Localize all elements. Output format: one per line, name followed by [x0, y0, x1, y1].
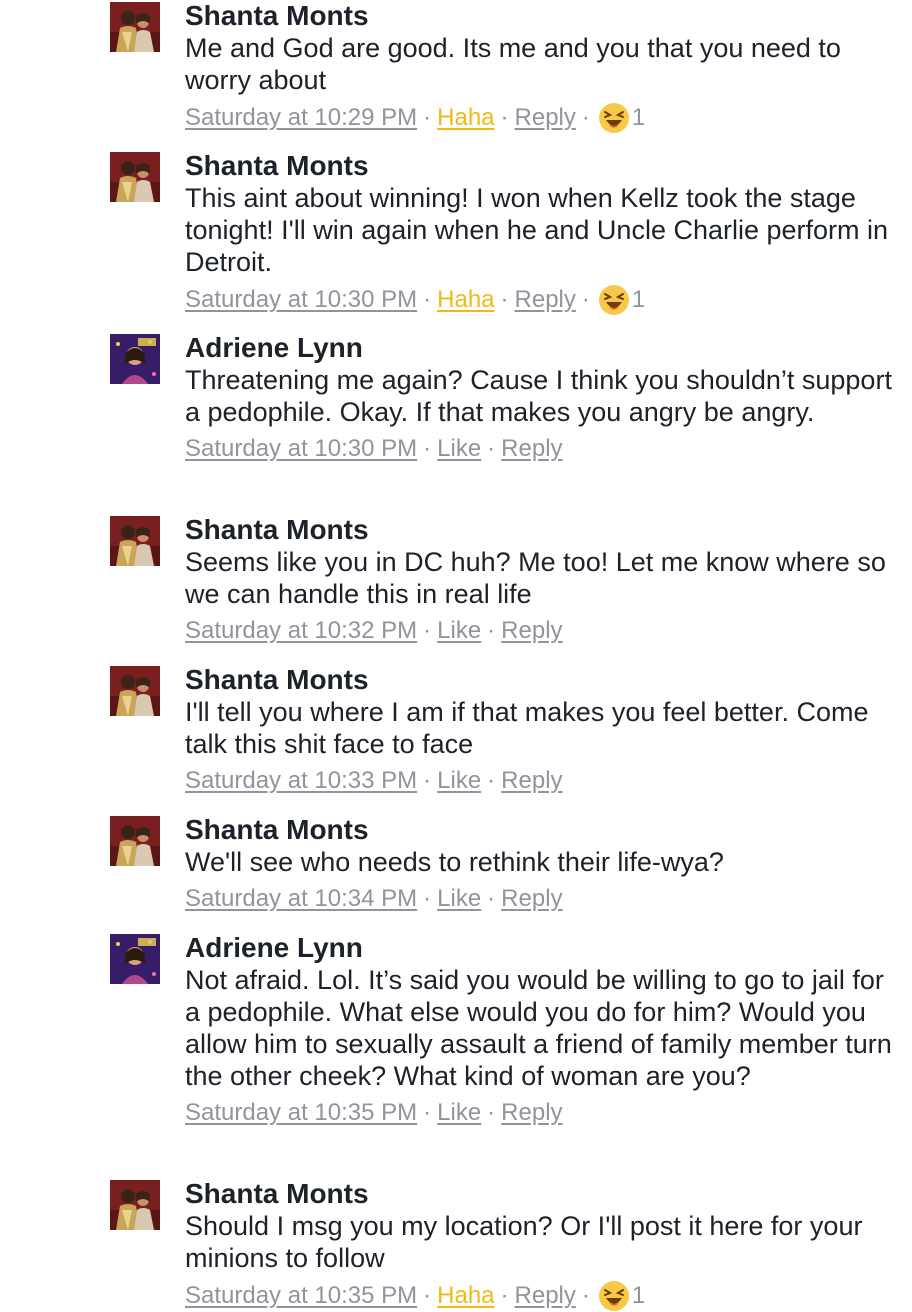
- comment-timestamp[interactable]: Saturday at 10:34 PM: [185, 884, 417, 914]
- comment-timestamp[interactable]: Saturday at 10:35 PM: [185, 1098, 417, 1128]
- comment-body: Shanta Monts I'll tell you where I am if …: [185, 664, 897, 796]
- separator-dot: ·: [581, 286, 590, 313]
- haha-button[interactable]: Haha: [437, 1281, 494, 1311]
- haha-reaction-icon[interactable]: [596, 284, 630, 316]
- like-button[interactable]: Like: [437, 884, 481, 914]
- comment-author[interactable]: Adriene Lynn: [185, 932, 897, 964]
- haha-button[interactable]: Haha: [437, 285, 494, 315]
- reaction-count[interactable]: 1: [632, 1281, 645, 1311]
- haha-button[interactable]: Haha: [437, 103, 494, 133]
- separator-dot: ·: [423, 767, 432, 794]
- comment-text: Seems like you in DC huh? Me too! Let me…: [185, 547, 886, 609]
- separator-dot: ·: [500, 104, 509, 131]
- comment-timestamp[interactable]: Saturday at 10:33 PM: [185, 766, 417, 796]
- comment-text: We'll see who needs to rethink their lif…: [185, 847, 724, 877]
- separator-dot: ·: [487, 1099, 496, 1126]
- separator-dot: ·: [423, 885, 432, 912]
- separator-dot: ·: [487, 767, 496, 794]
- comment-text: Not afraid. Lol. It’s said you would be …: [185, 965, 892, 1091]
- comment-meta: Saturday at 10:32 PM · Like · Reply: [185, 616, 897, 646]
- separator-dot: ·: [423, 104, 432, 131]
- separator-dot: ·: [487, 617, 496, 644]
- comment-author[interactable]: Shanta Monts: [185, 514, 897, 546]
- like-button[interactable]: Like: [437, 616, 481, 646]
- separator-dot: ·: [581, 104, 590, 131]
- comment-timestamp[interactable]: Saturday at 10:29 PM: [185, 103, 417, 133]
- like-button[interactable]: Like: [437, 1098, 481, 1128]
- comment-text: Me and God are good. Its me and you that…: [185, 33, 841, 95]
- comment-meta: Saturday at 10:33 PM · Like · Reply: [185, 766, 897, 796]
- comment-body: Shanta Monts We'll see who needs to rethi…: [185, 814, 897, 914]
- separator-dot: ·: [423, 435, 432, 462]
- comment-body: Shanta Monts This aint about winning! I w…: [185, 150, 897, 316]
- reply-button[interactable]: Reply: [501, 1098, 562, 1128]
- comment-timestamp[interactable]: Saturday at 10:32 PM: [185, 616, 417, 646]
- comment-body: Shanta Monts Me and God are good. Its me …: [185, 0, 897, 134]
- comment-timestamp[interactable]: Saturday at 10:35 PM: [185, 1281, 417, 1311]
- avatar[interactable]: [110, 934, 160, 984]
- comment-meta: Saturday at 10:30 PM · Haha · Reply · 1: [185, 284, 897, 316]
- separator-dot: ·: [423, 617, 432, 644]
- separator-dot: ·: [423, 1282, 432, 1309]
- comment-author[interactable]: Adriene Lynn: [185, 332, 897, 364]
- haha-reaction-icon[interactable]: [596, 102, 630, 134]
- comment-author[interactable]: Shanta Monts: [185, 1178, 897, 1210]
- comment-meta: Saturday at 10:35 PM · Haha · Reply · 1: [185, 1280, 897, 1312]
- comment-body: Shanta Monts Should I msg you my location…: [185, 1178, 897, 1312]
- avatar[interactable]: [110, 516, 160, 566]
- comment-body: Adriene Lynn Not afraid. Lol. It’s said y…: [185, 932, 897, 1128]
- avatar[interactable]: [110, 2, 160, 52]
- comment-timestamp[interactable]: Saturday at 10:30 PM: [185, 434, 417, 464]
- comment-text: This aint about winning! I won when Kell…: [185, 183, 889, 277]
- avatar[interactable]: [110, 666, 160, 716]
- haha-reaction-icon[interactable]: [596, 1280, 630, 1312]
- reply-button[interactable]: Reply: [501, 884, 562, 914]
- like-button[interactable]: Like: [437, 434, 481, 464]
- comment-author[interactable]: Shanta Monts: [185, 150, 897, 182]
- separator-dot: ·: [423, 1099, 432, 1126]
- comment-meta: Saturday at 10:34 PM · Like · Reply: [185, 884, 897, 914]
- reply-button[interactable]: Reply: [515, 103, 576, 133]
- reaction-count[interactable]: 1: [632, 285, 645, 315]
- separator-dot: ·: [500, 286, 509, 313]
- comment-meta: Saturday at 10:29 PM · Haha · Reply · 1: [185, 102, 897, 134]
- comment-text: Should I msg you my location? Or I'll po…: [185, 1211, 863, 1273]
- comment-author[interactable]: Shanta Monts: [185, 0, 897, 32]
- comment-meta: Saturday at 10:35 PM · Like · Reply: [185, 1098, 897, 1128]
- avatar[interactable]: [110, 334, 160, 384]
- reply-button[interactable]: Reply: [501, 616, 562, 646]
- reply-button[interactable]: Reply: [501, 766, 562, 796]
- comment-meta: Saturday at 10:30 PM · Like · Reply: [185, 434, 897, 464]
- separator-dot: ·: [500, 1282, 509, 1309]
- separator-dot: ·: [423, 286, 432, 313]
- like-button[interactable]: Like: [437, 766, 481, 796]
- comment-timestamp[interactable]: Saturday at 10:30 PM: [185, 285, 417, 315]
- avatar[interactable]: [110, 152, 160, 202]
- comment-text: Threatening me again? Cause I think you …: [185, 365, 892, 427]
- comment-text: I'll tell you where I am if that makes y…: [185, 697, 869, 759]
- comment-author[interactable]: Shanta Monts: [185, 814, 897, 846]
- separator-dot: ·: [487, 435, 496, 462]
- comment-body: Adriene Lynn Threatening me again? Cause …: [185, 332, 897, 464]
- comment-body: Shanta Monts Seems like you in DC huh? Me…: [185, 514, 897, 646]
- separator-dot: ·: [581, 1282, 590, 1309]
- reply-button[interactable]: Reply: [515, 285, 576, 315]
- avatar[interactable]: [110, 816, 160, 866]
- reaction-count[interactable]: 1: [632, 103, 645, 133]
- reply-button[interactable]: Reply: [501, 434, 562, 464]
- reply-button[interactable]: Reply: [515, 1281, 576, 1311]
- avatar[interactable]: [110, 1180, 160, 1230]
- separator-dot: ·: [487, 885, 496, 912]
- comment-author[interactable]: Shanta Monts: [185, 664, 897, 696]
